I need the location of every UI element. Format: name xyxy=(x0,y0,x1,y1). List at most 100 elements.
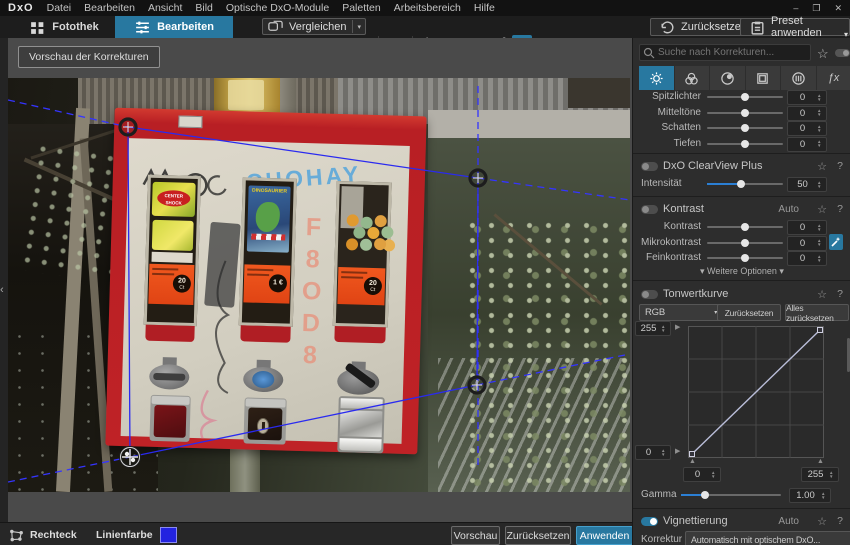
clearview-star-icon[interactable]: ☆ xyxy=(817,160,827,173)
feinkontrast-slider[interactable] xyxy=(707,257,783,259)
tonwertkurve-toggle[interactable] xyxy=(641,290,658,299)
preview-button[interactable]: Vorschau xyxy=(451,526,500,545)
left-panel-collapsed: ‹ xyxy=(0,38,8,522)
perspective-lines[interactable] xyxy=(8,86,630,482)
perspective-overlay[interactable] xyxy=(8,78,630,492)
schatten-value[interactable]: 0▲▼ xyxy=(787,121,827,136)
tab-bearbeiten[interactable]: Bearbeiten xyxy=(115,16,233,38)
menu-datei[interactable]: Datei xyxy=(47,2,72,14)
slider-label: Mikrokontrast xyxy=(633,237,701,248)
vignettierung-toggle[interactable] xyxy=(641,517,658,526)
slider-label: Kontrast xyxy=(633,221,701,232)
compare-button[interactable]: Vergleichen ▾ xyxy=(262,18,366,35)
schatten-slider[interactable] xyxy=(707,127,783,129)
kontrast-help-icon[interactable]: ? xyxy=(837,203,843,215)
tonwertkurve-title: Tonwertkurve xyxy=(663,288,728,300)
favorites-star-icon[interactable]: ☆ xyxy=(817,46,829,62)
mitteltoene-slider[interactable] xyxy=(707,112,783,114)
vignettierung-auto[interactable]: Auto xyxy=(778,516,799,527)
kontrast-slider[interactable] xyxy=(707,226,783,228)
palette-tab-detail[interactable] xyxy=(710,66,746,90)
perspective-handle-top-right[interactable] xyxy=(470,170,486,186)
perspective-handle-top-left[interactable] xyxy=(120,119,136,135)
spitzlichter-slider[interactable] xyxy=(707,96,783,98)
close-icon[interactable]: ✕ xyxy=(834,3,842,14)
minimize-icon[interactable]: – xyxy=(793,3,798,13)
menu-hilfe[interactable]: Hilfe xyxy=(474,2,495,14)
dxo-photolab-window: DxO Datei Bearbeiten Ansicht Bild Optisc… xyxy=(0,0,850,545)
restore-icon[interactable]: ❐ xyxy=(812,3,820,14)
curve-reset-button[interactable]: Zurücksetzen xyxy=(717,304,781,321)
tiefen-slider[interactable] xyxy=(707,143,783,145)
curve-input-min[interactable]: 0▲▼ xyxy=(683,467,721,482)
curve-output-min[interactable]: 0▲▼ xyxy=(635,445,671,460)
gamma-value[interactable]: 1.00▲▼ xyxy=(789,488,831,503)
curve-point-white[interactable] xyxy=(818,328,823,333)
curve-reset-all-button[interactable]: Alles zurücksetzen xyxy=(785,304,849,321)
kontrast-star-icon[interactable]: ☆ xyxy=(817,203,827,216)
compare-dropdown-icon[interactable]: ▾ xyxy=(358,23,362,31)
mikrokontrast-slider[interactable] xyxy=(707,242,783,244)
tiefen-value[interactable]: 0▲▼ xyxy=(787,137,827,152)
palette-tab-lokale-anpassungen[interactable] xyxy=(781,66,817,90)
tonwertkurve-header: Tonwertkurve ☆ ? xyxy=(633,288,850,302)
kontrast-value[interactable]: 0▲▼ xyxy=(787,220,827,235)
palette-tab-geometrie[interactable] xyxy=(746,66,782,90)
tab-fotothek[interactable]: Fotothek xyxy=(14,16,114,38)
tool-options-bar: Rechteck Linienfarbe Vorschau Zurücksetz… xyxy=(0,522,632,545)
clearview-help-icon[interactable]: ? xyxy=(837,160,843,172)
tonwertkurve-star-icon[interactable]: ☆ xyxy=(817,288,827,301)
curve-channel-dropdown[interactable]: RGB▾ xyxy=(639,304,723,321)
tonwertkurve-help-icon[interactable]: ? xyxy=(837,288,843,300)
kontrast-auto[interactable]: Auto xyxy=(778,204,799,215)
palette-tab-licht[interactable] xyxy=(639,66,675,90)
search-input[interactable] xyxy=(639,44,811,61)
menu-arbeitsbereich[interactable]: Arbeitsbereich xyxy=(394,2,461,14)
line-color-swatch[interactable] xyxy=(160,527,177,543)
clearview-toggle[interactable] xyxy=(641,162,658,171)
vignettierung-star-icon[interactable]: ☆ xyxy=(817,515,827,528)
magic-wand-icon[interactable] xyxy=(829,234,843,250)
curve-black-marker[interactable]: ▶ xyxy=(675,448,680,455)
curve-white-marker[interactable]: ▶ xyxy=(675,324,680,331)
gamma-slider[interactable] xyxy=(681,494,781,496)
reset-corrections-button[interactable]: Zurücksetzen xyxy=(505,526,571,545)
menu-optische-module[interactable]: Optische DxO-Module xyxy=(226,2,329,14)
vignettierung-header: Vignettierung Auto ☆ ? xyxy=(633,515,850,529)
more-options-link[interactable]: ▾ Weitere Optionen ▾ xyxy=(633,266,850,277)
curve-point-black[interactable] xyxy=(690,452,695,457)
curve-input-black-marker[interactable]: ▲ xyxy=(689,458,696,465)
apply-preset-button[interactable]: Preset anwenden xyxy=(740,18,850,36)
curve-input-white-marker[interactable]: ▲ xyxy=(817,458,824,465)
spitzlichter-value[interactable]: 0▲▼ xyxy=(787,90,827,105)
vignettierung-help-icon[interactable]: ? xyxy=(837,515,843,527)
curve-output-max[interactable]: 255▲▼ xyxy=(635,321,671,336)
palette-tab-effekte[interactable]: ƒx xyxy=(817,66,850,90)
slider-label: Schatten xyxy=(633,122,701,133)
intensitaet-slider[interactable] xyxy=(707,183,783,185)
slider-row-mikrokontrast: Mikrokontrast 0▲▼ xyxy=(633,236,850,250)
perspective-handle-bottom-right[interactable] xyxy=(469,377,485,393)
mitteltoene-value[interactable]: 0▲▼ xyxy=(787,106,827,121)
palette-tab-farbe[interactable] xyxy=(675,66,711,90)
feinkontrast-value[interactable]: 0▲▼ xyxy=(787,251,827,266)
perspective-handle-bottom-left[interactable] xyxy=(121,448,140,467)
panel-filter-toggle[interactable] xyxy=(835,49,850,57)
menu-paletten[interactable]: Paletten xyxy=(342,2,381,14)
expand-left-panel-icon[interactable]: ‹ xyxy=(0,284,4,296)
menu-ansicht[interactable]: Ansicht xyxy=(148,2,182,14)
kontrast-toggle[interactable] xyxy=(641,205,658,214)
preview-corrections-button[interactable]: Vorschau der Korrekturen xyxy=(18,46,160,68)
menu-bearbeiten[interactable]: Bearbeiten xyxy=(84,2,135,14)
mikrokontrast-value[interactable]: 0▲▼ xyxy=(787,236,827,251)
intensitaet-value[interactable]: 50▲▼ xyxy=(787,177,827,192)
photo-canvas[interactable]: CHOHAY F8OD8 CENTER SHOCK xyxy=(8,78,630,492)
tab-bearbeiten-label: Bearbeiten xyxy=(157,21,214,33)
korrektur-dropdown[interactable]: Automatisch mit optischem DxO...▾ xyxy=(685,531,850,545)
slider-label: Tiefen xyxy=(633,138,701,149)
apply-button[interactable]: Anwenden xyxy=(576,526,633,545)
menu-bild[interactable]: Bild xyxy=(195,2,213,14)
tone-curve-graph[interactable] xyxy=(688,326,824,458)
curve-input-max[interactable]: 255▲▼ xyxy=(801,467,839,482)
slider-label: Feinkontrast xyxy=(633,252,701,263)
